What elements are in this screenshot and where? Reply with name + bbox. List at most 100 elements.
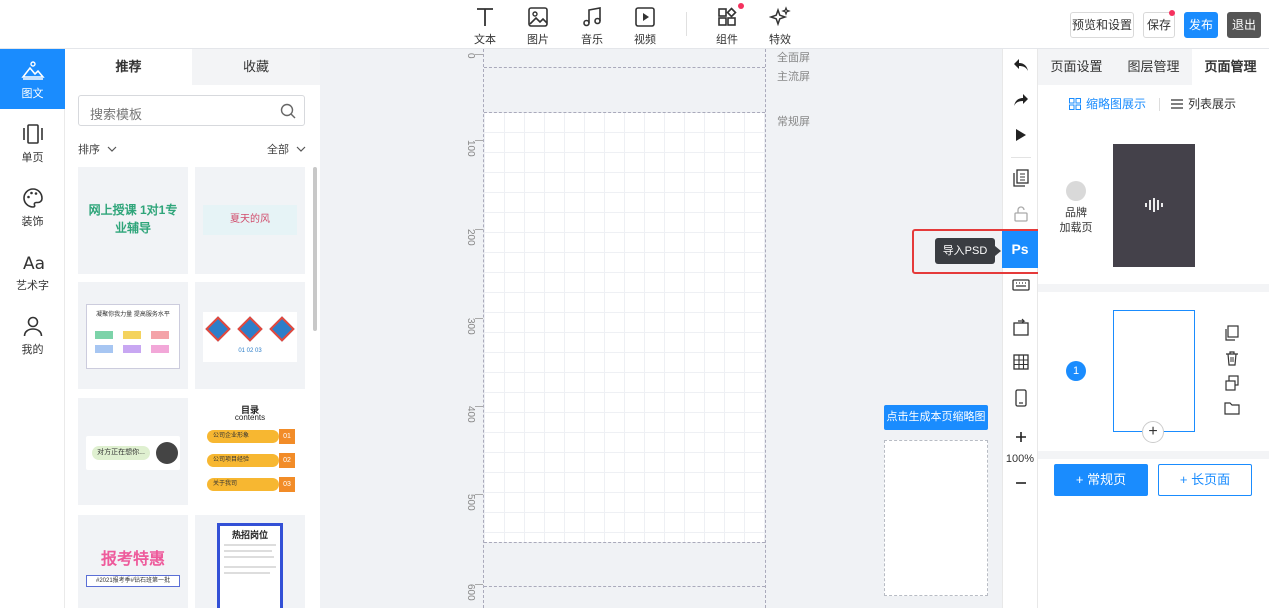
nav-item-mine[interactable]: 我的 (0, 305, 65, 365)
regular-guide (484, 542, 765, 543)
category-dropdown[interactable]: 全部 (267, 141, 306, 157)
template-panel: 推荐 收藏 搜索模板 排序 全部 网上授课 1对1专业辅导 夏天的风 凝聚你我力… (65, 49, 320, 608)
pages-icon (22, 124, 43, 144)
palette-icon (22, 188, 43, 208)
template-card[interactable]: 凝聚你我力量 提高服务水平 (78, 282, 188, 389)
publish-button[interactable]: 发布 (1184, 12, 1218, 38)
mobile-preview-button[interactable] (1003, 383, 1039, 413)
page-number-badge: 1 (1066, 361, 1086, 381)
chevron-down-icon (296, 146, 306, 152)
tab-favorites[interactable]: 收藏 (192, 49, 320, 85)
rotate-page-button[interactable] (1003, 312, 1039, 342)
tab-layer-management[interactable]: 图层管理 (1115, 49, 1192, 85)
mainstream-screen-label: 主流屏 (777, 71, 810, 83)
tool-image[interactable]: 图片 (516, 4, 560, 46)
chevron-down-icon (107, 146, 117, 152)
plus-icon (1016, 432, 1026, 442)
grid-button[interactable] (1003, 347, 1039, 377)
save-button[interactable]: 保存 (1143, 12, 1175, 38)
image-icon (528, 7, 548, 27)
tab-page-management[interactable]: 页面管理 (1192, 49, 1269, 85)
brand-loading-label: 品牌 加载页 (1059, 207, 1093, 234)
add-page-after-button[interactable]: + (1142, 421, 1164, 443)
add-long-page-button[interactable]: + 长页面 (1158, 464, 1252, 496)
brand-loading-thumbnail[interactable] (1113, 144, 1195, 267)
tool-effects[interactable]: 特效 (758, 4, 802, 46)
tool-music[interactable]: 音乐 (570, 4, 614, 46)
preview-settings-button[interactable]: 预览和设置 (1070, 12, 1134, 38)
tool-components[interactable]: 组件 (705, 3, 749, 46)
audio-wave-icon (1145, 198, 1163, 212)
nav-item-single-page[interactable]: 单页 (0, 113, 65, 173)
vertical-toolbar (1002, 49, 1038, 608)
zoom-level: 100% (1005, 453, 1035, 465)
play-button[interactable] (1003, 120, 1039, 150)
toolbar-divider (686, 12, 687, 36)
copy-button[interactable] (1003, 163, 1039, 193)
import-psd-tooltip: 导入PSD (935, 238, 1001, 264)
delete-page-icon[interactable] (1224, 350, 1240, 366)
template-card[interactable]: 01 02 03 (195, 282, 305, 389)
svg-text:Aa: Aa (23, 254, 45, 273)
add-normal-page-button[interactable]: + 常规页 (1054, 464, 1148, 496)
template-card[interactable]: 热招岗位 (195, 515, 305, 608)
regular-screen-label: 常规屏 (777, 116, 810, 128)
effects-icon (769, 6, 791, 27)
generate-thumbnail-button[interactable]: 点击生成本页缩略图 (884, 405, 988, 430)
notification-dot (738, 3, 744, 9)
tab-recommend[interactable]: 推荐 (65, 49, 192, 85)
list-view-icon (1171, 99, 1183, 109)
nav-item-decoration[interactable]: 装饰 (0, 177, 65, 237)
copy-page-icon[interactable] (1224, 325, 1240, 341)
page-canvas[interactable] (483, 49, 766, 608)
list-view-toggle[interactable]: 列表展示 (1171, 95, 1236, 113)
landscape-icon (20, 61, 45, 80)
template-card[interactable]: 网上授课 1对1专业辅导 (78, 167, 188, 274)
play-icon (1016, 129, 1026, 141)
undo-icon (1014, 59, 1028, 71)
template-scrollbar[interactable] (313, 167, 317, 331)
duplicate-page-icon[interactable] (1224, 375, 1240, 391)
zoom-in-button[interactable] (1003, 422, 1039, 452)
video-icon (635, 7, 655, 27)
zoom-out-button[interactable] (1003, 468, 1039, 498)
keyboard-button[interactable] (1003, 270, 1039, 300)
brand-loading-icon (1066, 181, 1086, 201)
fullscreen-bottom-guide (484, 586, 765, 587)
template-card[interactable]: 对方正在想你... (78, 398, 188, 505)
page-grid (484, 112, 765, 542)
search-placeholder: 搜索模板 (90, 107, 143, 122)
nav-item-art-text[interactable]: Aa 艺术字 (0, 241, 65, 301)
right-panel: 页面设置 图层管理 页面管理 缩略图展示 列表展示 品牌 加载页 1 + + 常… (1038, 49, 1269, 608)
template-card[interactable]: 夏天的风 (195, 167, 305, 274)
redo-icon (1014, 94, 1028, 106)
lock-button[interactable] (1003, 199, 1039, 229)
tab-page-settings[interactable]: 页面设置 (1038, 49, 1115, 85)
fullscreen-guide (484, 67, 765, 68)
nav-item-graphic[interactable]: 图文 (0, 49, 65, 109)
tool-video[interactable]: 视频 (623, 4, 667, 46)
template-card[interactable]: 报考特惠 #2021报考季#钻石班第一批 (78, 515, 188, 608)
tool-text[interactable]: 文本 (463, 4, 507, 46)
search-icon[interactable] (280, 103, 296, 119)
template-search-input[interactable]: 搜索模板 (78, 95, 305, 126)
top-toolbar: 文本 图片 音乐 视频 组件 特效 预览和设置 保存 发布 退出 (0, 0, 1269, 49)
keyboard-icon (1012, 279, 1030, 291)
mainstream-guide (484, 112, 765, 113)
sort-dropdown[interactable]: 排序 (78, 141, 117, 157)
template-card[interactable]: 目录 contents 公司企业形象 01 公司项目经验 02 关于我司 03 (195, 398, 305, 505)
save-notification-dot (1169, 10, 1175, 16)
redo-button[interactable] (1003, 85, 1039, 115)
undo-button[interactable] (1003, 50, 1039, 80)
grid-icon (1013, 354, 1029, 370)
grid-view-icon (1069, 98, 1081, 110)
fullscreen-label: 全面屏 (777, 52, 810, 64)
music-icon (583, 7, 601, 27)
folder-icon[interactable] (1224, 400, 1240, 416)
thumbnail-view-toggle[interactable]: 缩略图展示 (1069, 95, 1146, 113)
unlock-icon (1014, 206, 1028, 222)
exit-button[interactable]: 退出 (1227, 12, 1261, 38)
components-icon (718, 7, 737, 26)
page-thumbnail[interactable] (1113, 310, 1195, 432)
text-icon (477, 8, 493, 26)
